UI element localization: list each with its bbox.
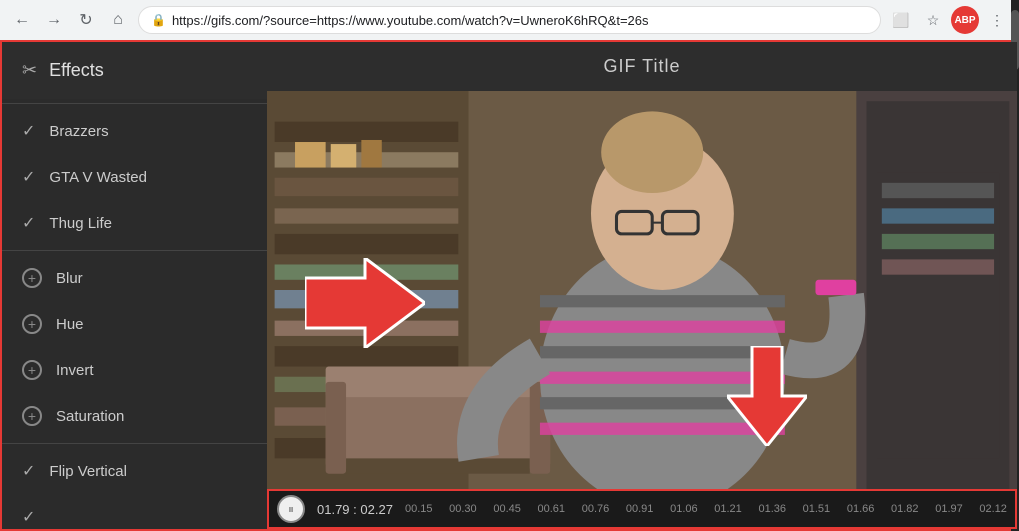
lock-icon: 🔒	[151, 13, 166, 27]
time-display: 01.79 : 02.27	[317, 502, 393, 517]
brazzers-label: Brazzers	[49, 123, 108, 140]
video-frame	[267, 91, 1017, 489]
tick-12: 01.82	[891, 503, 919, 515]
menu-button[interactable]: ⋮	[983, 6, 1011, 34]
play-pause-button[interactable]: ⏸	[277, 495, 305, 523]
tick-5: 00.76	[582, 503, 610, 515]
check-icon: ✓	[22, 461, 35, 481]
sidebar-item-blur[interactable]: + Blur	[2, 255, 267, 301]
browser-chrome: ← → ↻ ⌂ 🔒 https://gifs.com/?source=https…	[0, 0, 1019, 40]
check-icon: ✓	[22, 213, 35, 233]
tick-6: 00.91	[626, 503, 654, 515]
timeline-ticks[interactable]: 00.15 00.30 00.45 00.61 00.76 00.91 01.0…	[405, 503, 1007, 515]
sidebar-container: ✂ Effects ✓ Brazzers ✓ GTA V Wasted ✓ Th…	[2, 42, 267, 529]
sidebar-item-invert[interactable]: + Invert	[2, 347, 267, 393]
sidebar-item-hue[interactable]: + Hue	[2, 301, 267, 347]
gta-wasted-label: GTA V Wasted	[49, 169, 147, 186]
right-content: GIF Title	[267, 42, 1017, 529]
sidebar-item-thug-life[interactable]: ✓ Thug Life	[2, 200, 267, 246]
plus-icon: +	[22, 314, 42, 334]
tick-13: 01.97	[935, 503, 963, 515]
current-time: 01.79	[317, 502, 350, 517]
effects-header: ✂ Effects	[2, 42, 267, 99]
invert-label: Invert	[56, 362, 94, 379]
tick-2: 00.30	[449, 503, 477, 515]
sidebar-item-brazzers[interactable]: ✓ Brazzers	[2, 108, 267, 154]
reload-button[interactable]: ↻	[72, 6, 100, 34]
check-icon: ✓	[22, 121, 35, 141]
divider-3	[2, 443, 267, 444]
hue-label: Hue	[56, 316, 84, 333]
tick-1: 00.15	[405, 503, 433, 515]
divider-1	[2, 103, 267, 104]
plus-icon: +	[22, 268, 42, 288]
sidebar-item-gta-wasted[interactable]: ✓ GTA V Wasted	[2, 154, 267, 200]
scissors-icon: ✂	[22, 60, 37, 81]
pause-icon: ⏸	[288, 502, 294, 517]
tick-3: 00.45	[493, 503, 521, 515]
sidebar-item-flip-vertical[interactable]: ✓ Flip Vertical	[2, 448, 267, 494]
check-icon: ✓	[22, 507, 35, 527]
thug-life-label: Thug Life	[49, 215, 112, 232]
address-bar[interactable]: 🔒 https://gifs.com/?source=https://www.y…	[138, 6, 881, 34]
tick-14: 02.12	[979, 503, 1007, 515]
down-arrow-overlay	[727, 346, 807, 457]
timeline-bar: ⏸ 01.79 : 02.27 00.15 00.30 00.45 00.61 …	[267, 489, 1017, 529]
total-time: 02.27	[360, 502, 393, 517]
back-button[interactable]: ←	[8, 6, 36, 34]
tick-9: 01.36	[758, 503, 786, 515]
tick-8: 01.21	[714, 503, 742, 515]
tick-7: 01.06	[670, 503, 698, 515]
saturation-label: Saturation	[56, 408, 124, 425]
effects-title: Effects	[49, 60, 104, 81]
abp-badge: ABP	[951, 6, 979, 34]
tick-10: 01.51	[803, 503, 831, 515]
plus-icon: +	[22, 360, 42, 380]
sidebar-item-saturation[interactable]: + Saturation	[2, 393, 267, 439]
tick-11: 01.66	[847, 503, 875, 515]
nav-buttons: ← → ↻ ⌂	[8, 6, 132, 34]
gif-title-bar: GIF Title	[267, 42, 1017, 91]
tick-4: 00.61	[538, 503, 566, 515]
forward-button[interactable]: →	[40, 6, 68, 34]
plus-icon: +	[22, 406, 42, 426]
left-arrow-overlay	[305, 258, 425, 359]
divider-2	[2, 250, 267, 251]
gif-title: GIF Title	[603, 56, 680, 76]
screenshot-button[interactable]: ⬜	[887, 6, 915, 34]
url-text: https://gifs.com/?source=https://www.you…	[172, 13, 868, 28]
chrome-actions: ⬜ ☆ ABP ⋮	[887, 6, 1011, 34]
sidebar: ✂ Effects ✓ Brazzers ✓ GTA V Wasted ✓ Th…	[2, 42, 267, 529]
video-area	[267, 91, 1017, 489]
star-button[interactable]: ☆	[919, 6, 947, 34]
home-button[interactable]: ⌂	[104, 6, 132, 34]
sidebar-item-partial[interactable]: ✓	[2, 494, 267, 529]
blur-label: Blur	[56, 270, 83, 287]
main-content: ✂ Effects ✓ Brazzers ✓ GTA V Wasted ✓ Th…	[0, 40, 1019, 531]
flip-vertical-label: Flip Vertical	[49, 463, 127, 480]
check-icon: ✓	[22, 167, 35, 187]
